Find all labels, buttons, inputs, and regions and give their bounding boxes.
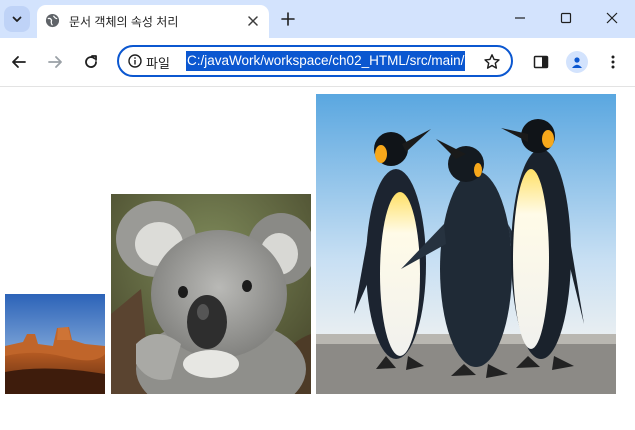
- menu-button[interactable]: [601, 50, 625, 74]
- arrow-left-icon: [12, 56, 26, 68]
- info-icon[interactable]: [128, 54, 142, 68]
- close-icon: [606, 12, 618, 24]
- koala-image: [111, 194, 311, 394]
- new-tab-button[interactable]: [278, 9, 298, 29]
- profile-avatar[interactable]: [566, 51, 588, 73]
- back-button[interactable]: [7, 50, 31, 74]
- chevron-down-icon: [12, 16, 22, 22]
- globe-icon: [45, 13, 60, 28]
- close-icon: [248, 16, 258, 26]
- maximize-button[interactable]: [546, 5, 586, 31]
- maximize-icon: [560, 12, 572, 24]
- tab-title: 문서 객체의 속성 처리: [69, 15, 179, 29]
- close-window-button[interactable]: [592, 5, 632, 31]
- reload-button[interactable]: [79, 50, 103, 74]
- minimize-button[interactable]: [500, 5, 540, 31]
- page-content: [0, 87, 635, 430]
- desert-image: [5, 294, 105, 394]
- url-text[interactable]: C:/javaWork/workspace/ch02_HTML/src/main…: [186, 51, 466, 71]
- more-vert-icon: [611, 55, 615, 69]
- person-icon: [572, 57, 582, 68]
- plus-icon: [281, 12, 295, 26]
- side-panel-button[interactable]: [529, 50, 553, 74]
- address-bar[interactable]: 파일 C:/javaWork/workspace/ch02_HTML/src/m…: [117, 45, 513, 77]
- star-icon[interactable]: [483, 53, 501, 71]
- tab-active[interactable]: 문서 객체의 속성 처리: [37, 5, 269, 38]
- tab-search-button[interactable]: [4, 6, 30, 32]
- browser-toolbar: 파일 C:/javaWork/workspace/ch02_HTML/src/m…: [0, 38, 635, 87]
- tab-close-button[interactable]: [245, 13, 261, 29]
- forward-button[interactable]: [43, 50, 67, 74]
- penguins-image: [316, 94, 616, 394]
- minimize-icon: [515, 17, 525, 19]
- side-panel-icon: [533, 55, 549, 69]
- scheme-label: 파일: [146, 56, 170, 71]
- reload-icon: [85, 55, 97, 68]
- arrow-right-icon: [48, 56, 62, 68]
- tab-strip: 문서 객체의 속성 처리: [0, 0, 635, 38]
